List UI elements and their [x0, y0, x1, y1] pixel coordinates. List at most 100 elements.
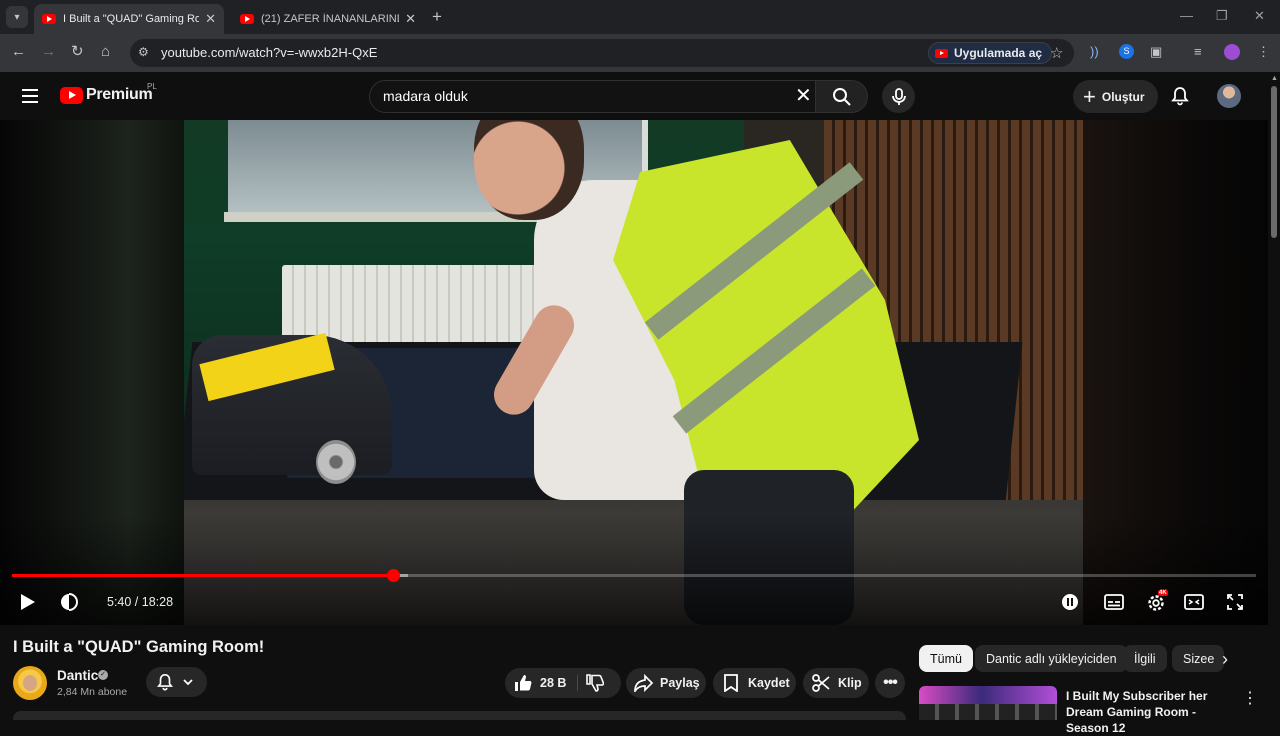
verified-badge-icon: ✓	[98, 670, 108, 680]
search-input[interactable]	[383, 88, 763, 104]
guide-menu-icon[interactable]	[22, 89, 38, 103]
open-in-app-button[interactable]: Uygulamada aç	[928, 42, 1053, 64]
clip-button[interactable]: Klip	[803, 668, 869, 698]
notification-bell-icon	[157, 673, 173, 691]
browser-profile-icon[interactable]	[1224, 44, 1240, 60]
youtube-mini-icon	[935, 48, 948, 58]
create-label: Oluştur	[1101, 89, 1145, 104]
like-button[interactable]: 28 B	[514, 674, 566, 692]
forward-icon[interactable]: →	[41, 43, 56, 61]
subtitles-button[interactable]	[1103, 590, 1125, 614]
tab-title: (21) ZAFER İNANANLARINDIR |	[261, 13, 399, 25]
progress-played	[12, 574, 394, 577]
chevron-down-icon	[183, 679, 193, 686]
progress-bar[interactable]	[12, 569, 1256, 582]
fullscreen-icon	[1227, 594, 1243, 610]
mute-button[interactable]	[58, 590, 80, 614]
save-button[interactable]: Kaydet	[713, 668, 796, 698]
search-box: ✕	[369, 80, 816, 113]
reload-icon[interactable]: ↻	[71, 43, 84, 61]
share-button[interactable]: Paylaş	[626, 668, 706, 698]
home-icon[interactable]: ⌂	[101, 43, 110, 61]
tab-close-icon[interactable]: ✕	[205, 11, 216, 27]
scene-person-head	[474, 120, 584, 220]
chip-all[interactable]: Tümü	[919, 645, 973, 672]
volume-icon	[61, 593, 78, 611]
browser-tab[interactable]: (21) ZAFER İNANANLARINDIR | ✕	[232, 4, 424, 34]
theater-mode-button[interactable]	[1183, 590, 1205, 614]
thumbs-up-icon	[515, 675, 532, 691]
browser-tab-strip: ▾ I Built a "QUAD" Gaming Room! ✕ (21) Z…	[0, 0, 1280, 34]
settings-button[interactable]: 4K	[1144, 590, 1170, 614]
close-window-icon[interactable]: ✕	[1254, 8, 1265, 24]
autoplay-toggle[interactable]	[1060, 590, 1080, 614]
subtitles-icon	[1104, 594, 1124, 610]
restore-icon[interactable]: ❐	[1216, 8, 1228, 24]
search-button[interactable]	[816, 80, 868, 113]
account-avatar[interactable]	[1217, 84, 1241, 108]
back-icon[interactable]: ←	[11, 43, 26, 61]
clear-search-icon[interactable]: ✕	[795, 85, 812, 107]
create-button[interactable]: + Oluştur	[1073, 80, 1158, 113]
share-icon	[634, 674, 654, 692]
chevron-right-icon[interactable]: ›	[1222, 649, 1228, 670]
dislike-button[interactable]	[586, 674, 605, 695]
site-info-icon[interactable]: ⚙	[138, 45, 149, 59]
browser-menu-icon[interactable]: ⋮	[1257, 44, 1270, 60]
tab-search-icon[interactable]: ▾	[6, 6, 28, 28]
address-bar[interactable]: ⚙ youtube.com/watch?v=-wwxb2H-QxE Uygula…	[130, 39, 1074, 67]
channel-avatar[interactable]	[13, 666, 47, 700]
share-label: Paylaş	[660, 676, 700, 690]
chip-related[interactable]: İlgili	[1123, 645, 1167, 672]
extension-audio-icon[interactable]: ))	[1090, 44, 1099, 60]
voice-search-button[interactable]	[882, 80, 915, 113]
channel-name[interactable]: Dantic	[57, 668, 98, 683]
open-in-app-label: Uygulamada aç	[954, 46, 1043, 60]
pause-autoplay-icon	[1062, 594, 1078, 610]
microphone-icon	[891, 87, 906, 105]
clip-label: Klip	[838, 676, 862, 690]
theater-mode-icon	[1184, 594, 1204, 610]
video-player[interactable]: 5:40 / 18:28 4K	[0, 120, 1268, 625]
bookmark-icon	[724, 674, 738, 692]
tab-close-icon[interactable]: ✕	[405, 11, 416, 27]
fullscreen-button[interactable]	[1224, 590, 1246, 614]
subscription-bell-button[interactable]	[146, 667, 207, 697]
youtube-favicon-icon	[240, 14, 254, 24]
reading-list-icon[interactable]: ≡	[1194, 44, 1202, 60]
logo-text[interactable]: Premium	[86, 86, 153, 104]
chip-from-uploader[interactable]: Dantic adlı yükleyiciden	[975, 645, 1128, 672]
video-title: I Built a "QUAD" Gaming Room!	[13, 638, 265, 656]
scissors-icon	[812, 674, 830, 692]
description-box[interactable]	[13, 711, 906, 720]
browser-tab-active[interactable]: I Built a "QUAD" Gaming Room! ✕	[34, 4, 224, 34]
scene-roll-end	[316, 440, 356, 484]
search-icon	[832, 87, 851, 106]
page-scrollbar[interactable]: ▲	[1268, 72, 1280, 720]
like-divider	[577, 675, 578, 691]
play-icon	[21, 594, 35, 610]
more-vertical-icon[interactable]: ⋮	[1242, 688, 1258, 708]
notifications-bell-icon[interactable]	[1170, 86, 1190, 111]
chip-for-you[interactable]: Sizee	[1172, 645, 1224, 672]
extensions-puzzle-icon[interactable]: ▣	[1150, 44, 1162, 60]
new-tab-icon[interactable]: +	[432, 8, 442, 25]
recommendation-title[interactable]: I Built My Subscriber her Dream Gaming R…	[1066, 688, 1236, 736]
youtube-masthead: Premium PL ✕ + Oluştur	[0, 72, 1280, 120]
recommendation-thumbnail[interactable]	[919, 686, 1057, 720]
thumbs-down-icon	[586, 674, 605, 692]
subscriber-count: 2,84 Mn abone	[57, 686, 128, 698]
scroll-up-icon[interactable]: ▲	[1271, 75, 1278, 82]
minimize-icon[interactable]: —	[1180, 8, 1193, 23]
tab-title: I Built a "QUAD" Gaming Room!	[63, 13, 200, 25]
youtube-favicon-icon	[42, 14, 56, 24]
bookmark-star-icon[interactable]: ☆	[1050, 44, 1063, 62]
logo-region: PL	[147, 82, 157, 91]
url-text[interactable]: youtube.com/watch?v=-wwxb2H-QxE	[161, 45, 377, 60]
scroll-thumb[interactable]	[1271, 86, 1277, 238]
youtube-logo-icon[interactable]	[60, 87, 83, 104]
more-actions-button[interactable]: •••	[875, 668, 905, 698]
extension-shazam-icon[interactable]: S	[1119, 44, 1134, 59]
play-button[interactable]	[18, 590, 38, 614]
more-horizontal-icon: •••	[883, 674, 898, 691]
